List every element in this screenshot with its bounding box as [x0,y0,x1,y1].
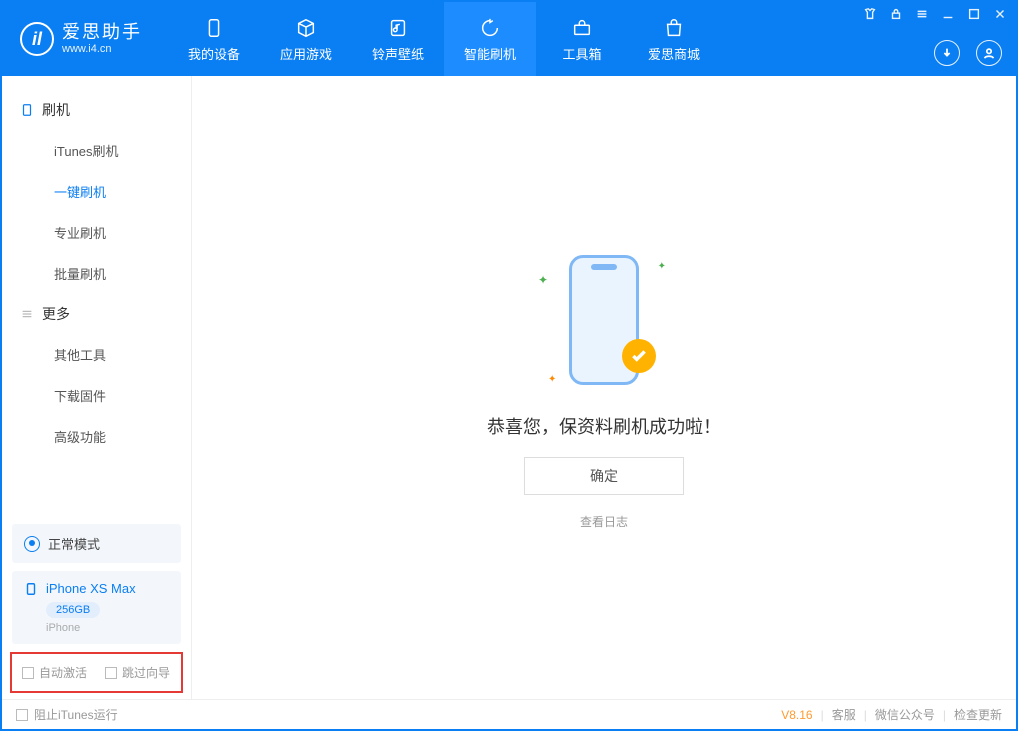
nav-tabs: 我的设备 应用游戏 铃声壁纸 智能刷机 工具箱 爱思商城 [168,2,720,76]
sidebar-item-batch-flash[interactable]: 批量刷机 [2,253,191,294]
lock-icon[interactable] [888,6,904,22]
cube-icon [294,16,318,40]
mode-label: 正常模式 [48,534,100,553]
shirt-icon[interactable] [862,6,878,22]
logo-text: 爱思助手 www.i4.cn [62,23,142,55]
status-link-support[interactable]: 客服 [832,706,856,723]
view-log-link[interactable]: 查看日志 [580,513,628,530]
maximize-icon[interactable] [966,6,982,22]
toolbox-icon [570,16,594,40]
close-icon[interactable] [992,6,1008,22]
sidebar-item-pro-flash[interactable]: 专业刷机 [2,212,191,253]
phone-small-icon [24,582,38,596]
main-content: ✦ ✦ ✦ 恭喜您，保资料刷机成功啦！ 确定 查看日志 [192,76,1016,699]
tab-toolbox[interactable]: 工具箱 [536,2,628,76]
sidebar-item-advanced[interactable]: 高级功能 [2,416,191,457]
tab-label: 应用游戏 [280,44,332,63]
music-icon [386,16,410,40]
device-info[interactable]: iPhone XS Max 256GB iPhone [12,571,181,644]
checkbox-block-itunes[interactable]: 阻止iTunes运行 [16,706,118,723]
status-bar: 阻止iTunes运行 V8.16 | 客服 | 微信公众号 | 检查更新 [2,699,1016,729]
tab-label: 我的设备 [188,44,240,63]
device-name: iPhone XS Max [46,581,136,596]
download-icon[interactable] [934,40,960,66]
refresh-icon [478,16,502,40]
tab-label: 工具箱 [562,44,601,63]
status-link-update[interactable]: 检查更新 [954,706,1002,723]
tab-ringtone[interactable]: 铃声壁纸 [352,2,444,76]
bag-icon [662,16,686,40]
logo-icon: il [20,22,54,56]
window-controls [862,6,1008,22]
mode-indicator[interactable]: 正常模式 [12,524,181,563]
highlighted-options: 自动激活 跳过向导 [10,652,183,693]
app-logo: il 爱思助手 www.i4.cn [2,2,160,76]
app-name-en: www.i4.cn [62,43,142,55]
section-title: 刷机 [42,100,70,120]
checkbox-skip-guide[interactable]: 跳过向导 [105,664,170,681]
status-link-wechat[interactable]: 微信公众号 [875,706,935,723]
sidebar-section-more: 更多 [2,294,191,334]
sidebar: 刷机 iTunes刷机 一键刷机 专业刷机 批量刷机 更多 其他工具 下载固件 … [2,76,192,699]
tab-label: 铃声壁纸 [372,44,424,63]
tab-label: 智能刷机 [464,44,516,63]
checkbox-icon [105,667,117,679]
sparkle-icon: ✦ [658,261,666,272]
checkbox-icon [16,709,28,721]
sidebar-item-oneclick-flash[interactable]: 一键刷机 [2,171,191,212]
sparkle-icon: ✦ [538,273,548,287]
success-message: 恭喜您，保资料刷机成功啦！ [487,413,721,439]
checkbox-auto-activate[interactable]: 自动激活 [22,664,87,681]
tab-flash[interactable]: 智能刷机 [444,2,536,76]
header-action-icons [934,40,1002,66]
checkbox-icon [22,667,34,679]
checkmark-badge-icon [622,339,656,373]
section-title: 更多 [42,304,70,324]
user-icon[interactable] [976,40,1002,66]
sidebar-item-itunes-flash[interactable]: iTunes刷机 [2,130,191,171]
sidebar-item-other-tools[interactable]: 其他工具 [2,334,191,375]
tab-store[interactable]: 爱思商城 [628,2,720,76]
sidebar-item-download-firmware[interactable]: 下载固件 [2,375,191,416]
device-type: iPhone [46,622,169,634]
sidebar-section-flash: 刷机 [2,90,191,130]
success-illustration: ✦ ✦ ✦ [544,245,664,395]
tab-apps[interactable]: 应用游戏 [260,2,352,76]
ok-button[interactable]: 确定 [524,457,684,495]
app-body: 刷机 iTunes刷机 一键刷机 专业刷机 批量刷机 更多 其他工具 下载固件 … [2,76,1016,699]
device-icon [20,103,34,117]
minimize-icon[interactable] [940,6,956,22]
sparkle-icon: ✦ [548,374,556,385]
sidebar-bottom: 正常模式 iPhone XS Max 256GB iPhone 自动激活 跳过向… [2,516,191,699]
tab-device[interactable]: 我的设备 [168,2,260,76]
version-label: V8.16 [781,708,812,722]
menu-icon[interactable] [914,6,930,22]
list-icon [20,307,34,321]
phone-icon [202,16,226,40]
app-header: il 爱思助手 www.i4.cn 我的设备 应用游戏 铃声壁纸 智能刷机 工具… [2,2,1016,76]
app-name-cn: 爱思助手 [62,23,142,43]
mode-dot-icon [24,536,40,552]
storage-badge: 256GB [46,602,100,618]
tab-label: 爱思商城 [648,44,700,63]
